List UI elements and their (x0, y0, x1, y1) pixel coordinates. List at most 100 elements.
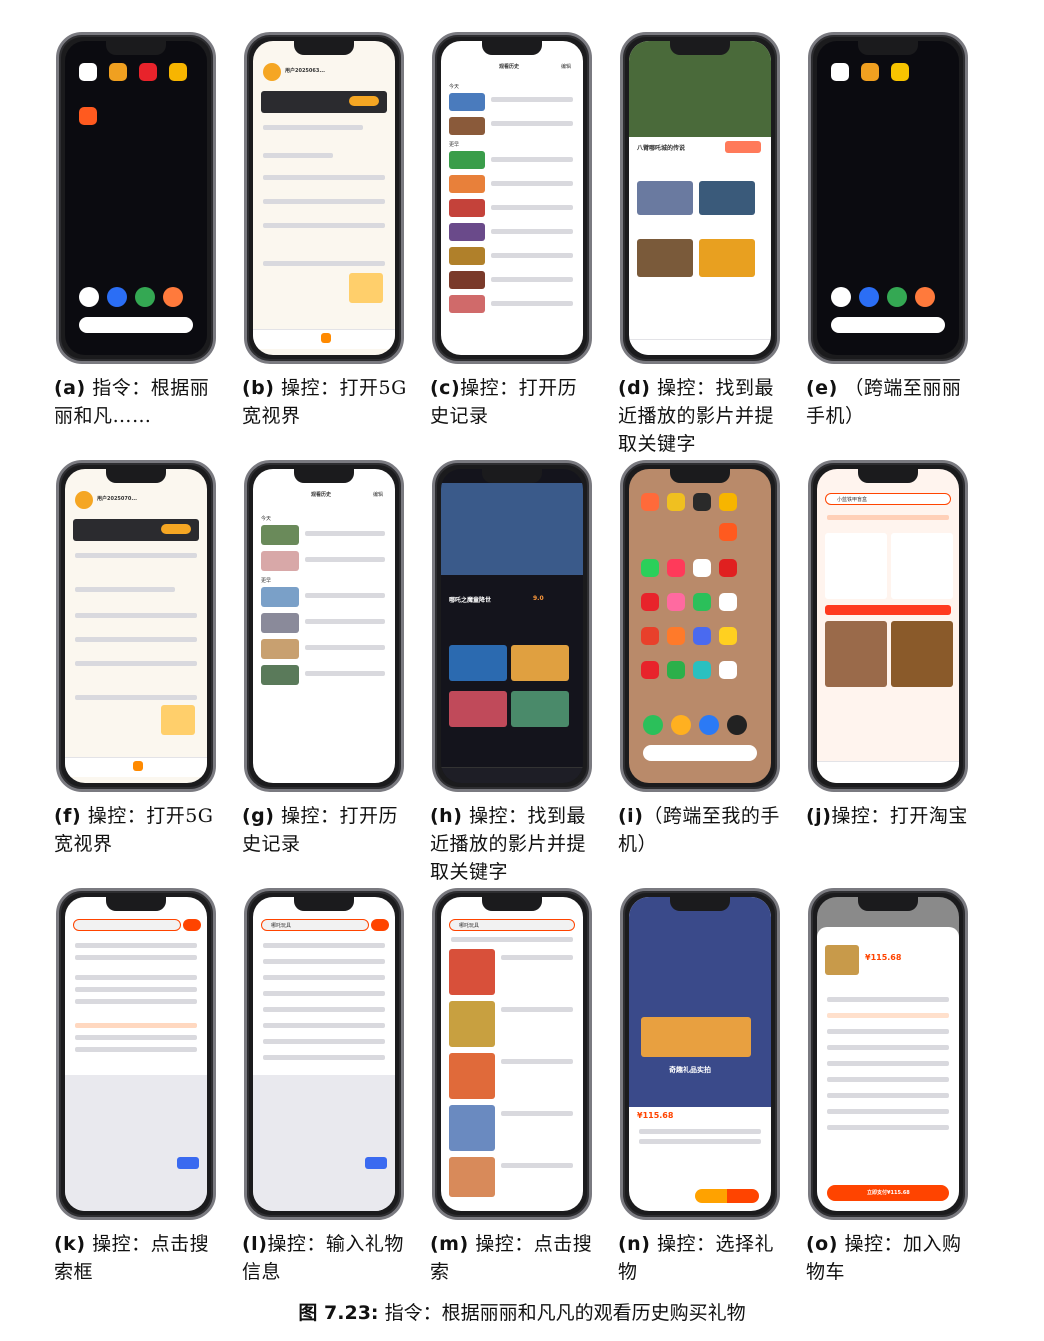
buy-now-button[interactable] (727, 1189, 759, 1203)
suggestion-item[interactable] (263, 991, 385, 996)
app-icon[interactable] (891, 63, 909, 81)
video-thumbnail[interactable] (449, 223, 485, 241)
video-thumbnail[interactable] (449, 247, 485, 265)
recommend-thumbnail[interactable] (449, 645, 507, 681)
recommend-thumbnail[interactable] (511, 645, 569, 681)
keyboard[interactable] (65, 1075, 207, 1211)
app-icon[interactable] (719, 593, 737, 611)
comment-bar[interactable] (441, 767, 583, 783)
app-icon[interactable] (641, 627, 659, 645)
recommend-thumbnail[interactable] (699, 239, 755, 277)
app-icon[interactable] (667, 627, 685, 645)
messages-icon[interactable] (859, 287, 879, 307)
keyboard[interactable] (253, 1075, 395, 1211)
vip-tab-icon[interactable] (133, 761, 143, 771)
product-image[interactable] (449, 949, 495, 995)
search-button[interactable] (183, 919, 201, 931)
browser-icon[interactable] (699, 715, 719, 735)
video-thumbnail[interactable] (449, 271, 485, 289)
suggestion-item[interactable] (263, 943, 385, 948)
suggestion-item[interactable] (263, 1055, 385, 1060)
sku-option-selected[interactable] (827, 1013, 949, 1018)
product-image[interactable] (449, 1001, 495, 1047)
suggestion-item[interactable] (263, 1007, 385, 1012)
suggestion-item[interactable] (263, 975, 385, 980)
live-card[interactable] (825, 533, 887, 599)
app-icon[interactable] (667, 661, 685, 679)
video-thumbnail[interactable] (261, 665, 299, 685)
suggestion-item[interactable] (263, 959, 385, 964)
app-icon[interactable] (719, 661, 737, 679)
red-packet-banner[interactable] (825, 605, 951, 615)
app-icon[interactable] (861, 63, 879, 81)
app-icon[interactable] (693, 593, 711, 611)
short-clip-thumbnail[interactable] (699, 181, 755, 215)
chrome-icon[interactable] (135, 287, 155, 307)
search-input[interactable] (73, 919, 181, 931)
history-row[interactable] (263, 153, 333, 158)
app-icon[interactable] (831, 63, 849, 81)
product-image[interactable] (449, 1053, 495, 1099)
edit-button[interactable]: 编辑 (373, 491, 383, 498)
app-icon[interactable] (693, 661, 711, 679)
bottom-tab-bar[interactable] (817, 761, 959, 783)
trending-list[interactable] (75, 1047, 197, 1052)
sku-option[interactable] (827, 1093, 949, 1098)
suggestion-item[interactable] (263, 1023, 385, 1028)
sku-option[interactable] (827, 1125, 949, 1130)
app-icon[interactable] (693, 627, 711, 645)
trending-list[interactable] (75, 1035, 197, 1040)
video-thumbnail[interactable] (449, 93, 485, 111)
open-member-button[interactable] (349, 96, 379, 106)
suggestion-item[interactable] (263, 1039, 385, 1044)
app-icon[interactable] (719, 493, 737, 511)
video-thumbnail[interactable] (261, 525, 299, 545)
app-icon[interactable] (667, 559, 685, 577)
sku-option[interactable] (827, 1045, 949, 1050)
video-thumbnail[interactable] (261, 613, 299, 633)
vip-tab-icon[interactable] (321, 333, 331, 343)
sku-option[interactable] (827, 1029, 949, 1034)
sku-option[interactable] (827, 1109, 949, 1114)
sku-option[interactable] (827, 1061, 949, 1066)
product-image[interactable] (449, 1157, 495, 1197)
deal-card[interactable] (891, 533, 953, 599)
search-history[interactable] (75, 955, 197, 960)
sku-option[interactable] (827, 1077, 949, 1082)
app-icon[interactable] (641, 559, 659, 577)
video-player[interactable] (441, 483, 583, 575)
video-thumbnail[interactable] (449, 151, 485, 169)
app-icon[interactable] (667, 493, 685, 511)
product-gallery[interactable] (629, 897, 771, 1107)
filter-bar[interactable] (451, 937, 573, 942)
video-thumbnail[interactable] (449, 117, 485, 135)
video-thumbnail[interactable] (261, 551, 299, 571)
sku-option[interactable] (827, 997, 949, 1002)
app-icon[interactable] (641, 593, 659, 611)
video-thumbnail[interactable] (449, 199, 485, 217)
promo-sticker[interactable] (161, 705, 195, 735)
product-card[interactable] (825, 621, 887, 687)
product-image[interactable] (449, 1105, 495, 1151)
app-icon[interactable] (667, 593, 685, 611)
google-search-bar[interactable] (79, 317, 193, 333)
keyboard-search-key[interactable] (365, 1157, 387, 1169)
app-icon[interactable] (169, 63, 187, 81)
search-bar[interactable] (643, 745, 757, 761)
app-icon[interactable] (109, 63, 127, 81)
short-clip-thumbnail[interactable] (637, 181, 693, 215)
camera-icon[interactable] (163, 287, 183, 307)
video-player[interactable] (629, 41, 771, 137)
camera-icon[interactable] (727, 715, 747, 735)
trending-list[interactable] (75, 1023, 197, 1028)
video-thumbnail[interactable] (449, 175, 485, 193)
comment-bar[interactable] (629, 339, 771, 355)
promo-sticker[interactable] (349, 273, 383, 303)
open-member-button[interactable] (161, 524, 191, 534)
messages-icon[interactable] (671, 715, 691, 735)
search-button[interactable] (371, 919, 389, 931)
phone-icon[interactable] (831, 287, 851, 307)
edit-button[interactable]: 编辑 (561, 63, 571, 70)
app-icon[interactable] (641, 493, 659, 511)
app-icon[interactable] (693, 493, 711, 511)
